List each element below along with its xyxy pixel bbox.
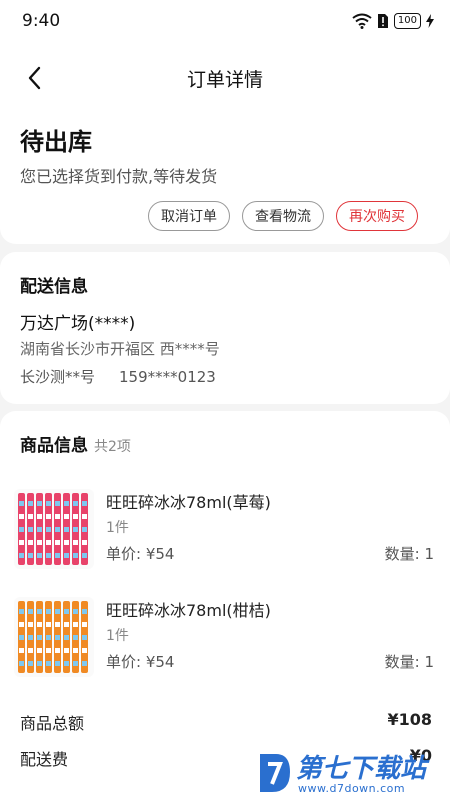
product-name: 旺旺碎冰冰78ml(柑桔) [106,601,271,620]
product-item[interactable]: 旺旺碎冰冰78ml(草莓) 1件 单价: ¥54 数量: 1 [0,489,450,589]
product-qty-unit: 1件 [106,628,129,644]
cancel-order-button[interactable]: 取消订单 [148,201,230,231]
page-title: 订单详情 [186,69,263,91]
address-line: 湖南省长沙市开福区 西****号 [20,340,220,358]
product-quantity: 数量: 1 [384,545,434,563]
delivery-section-title: 配送信息 [20,277,88,297]
wifi-icon [352,13,372,29]
site-watermark: 第七下载站 www.d7down.com [256,748,450,800]
contact-name: 长沙测**号 [20,368,96,386]
status-icons: 100 [352,12,434,30]
goods-total-value: ¥108 [387,710,432,729]
order-status-title: 待出库 [20,128,92,156]
view-logistics-button[interactable]: 查看物流 [242,201,324,231]
contact-phone: 159****0123 [119,368,216,386]
battery-level: 100 [393,13,421,29]
goods-section-header: 商品信息 共2项 [20,431,131,456]
watermark-url: www.d7down.com [298,782,406,795]
product-image [14,597,94,677]
product-qty-unit: 1件 [106,520,129,536]
order-status-card: 待出库 您已选择货到付款,等待发货 取消订单 查看物流 再次购买 [0,112,450,244]
popsicle-pack-image [18,601,88,673]
contact-info: 长沙测**号 159****0123 [20,366,216,387]
product-unit-price: 单价: ¥54 [106,545,175,563]
goods-total-label: 商品总额 [20,714,85,733]
address-name: 万达广场(****) [20,314,136,334]
popsicle-pack-image [18,493,88,565]
d7-logo-icon [260,754,290,792]
goods-info-card: 商品信息 共2项 旺旺碎冰冰78ml(草莓) 1件 单价: ¥54 数量: 1 旺… [0,411,450,800]
product-name: 旺旺碎冰冰78ml(草莓) [106,493,271,512]
status-bar: 9:40 100 [0,0,450,44]
buy-again-button[interactable]: 再次购买 [336,201,418,231]
alert-sim-icon [377,14,388,28]
shipping-fee-label: 配送费 [20,750,69,769]
nav-bar: 订单详情 [0,44,450,112]
delivery-info-card: 配送信息 万达广场(****) 湖南省长沙市开福区 西****号 长沙测**号 1… [0,252,450,404]
product-image [14,489,94,569]
charging-icon [426,14,434,28]
product-item[interactable]: 旺旺碎冰冰78ml(柑桔) 1件 单价: ¥54 数量: 1 [0,597,450,697]
goods-total-row: 商品总额 ¥108 [20,710,432,734]
order-status-description: 您已选择货到付款,等待发货 [20,167,218,186]
goods-count: 共2项 [94,439,131,455]
product-unit-price: 单价: ¥54 [106,653,175,671]
watermark-brand: 第七下载站 [296,754,427,784]
goods-section-title: 商品信息 [20,436,88,456]
product-quantity: 数量: 1 [384,653,434,671]
status-time: 9:40 [22,11,61,31]
